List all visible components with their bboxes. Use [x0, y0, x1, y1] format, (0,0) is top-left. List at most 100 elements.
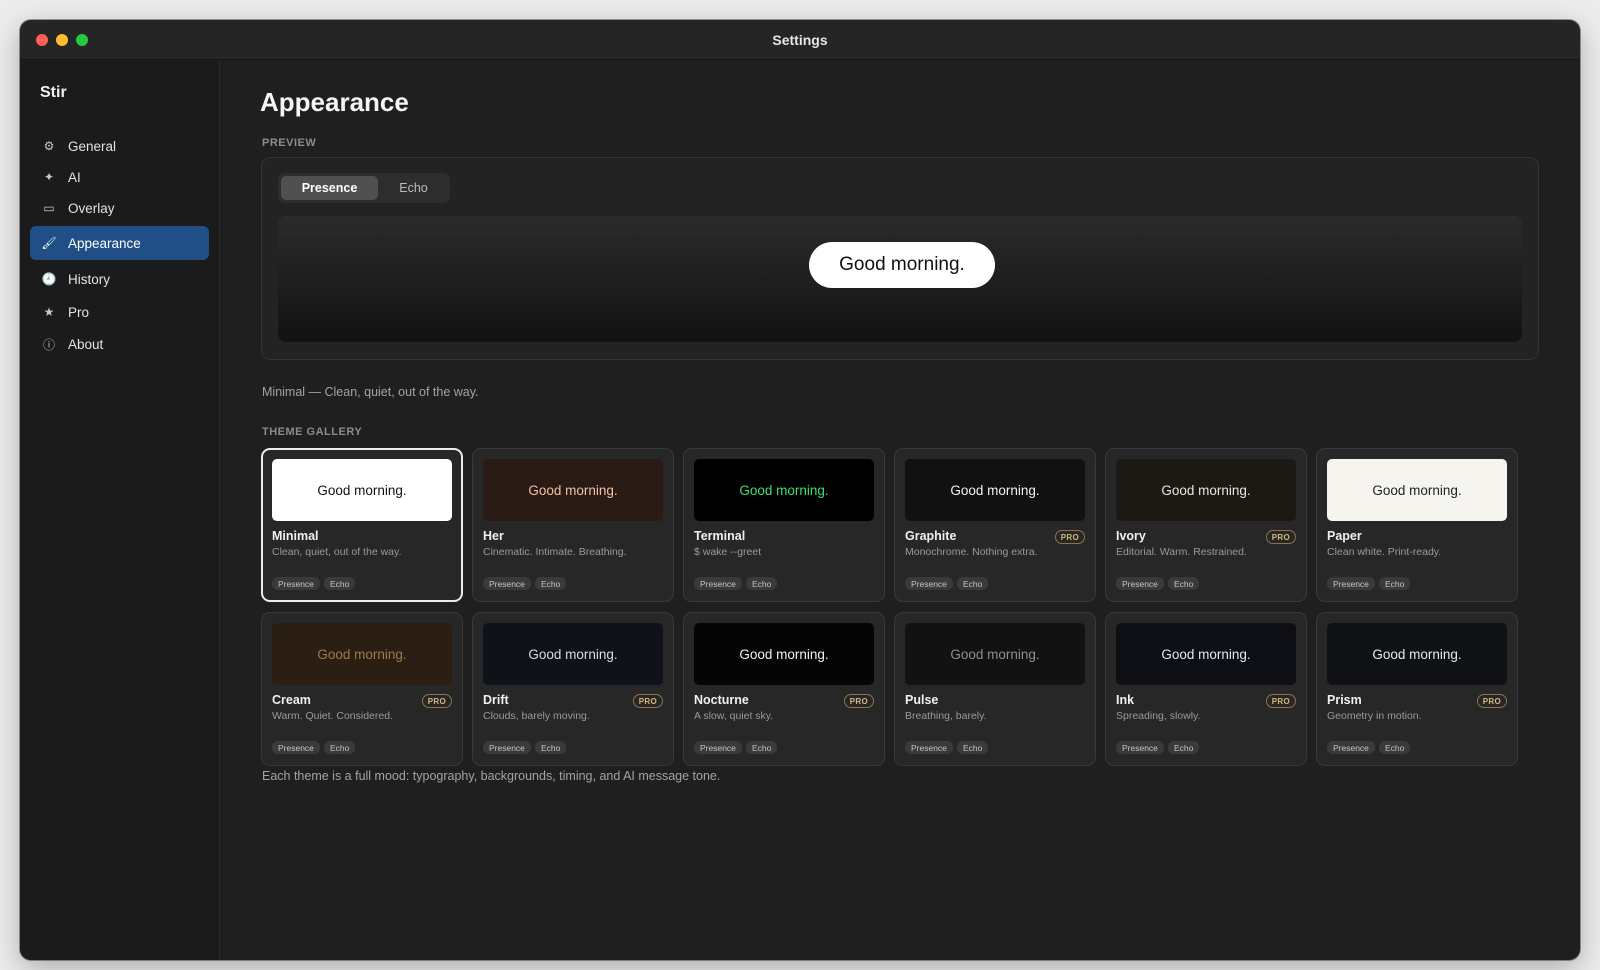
- theme-name: Drift: [483, 693, 509, 707]
- theme-description: $ wake --greet: [694, 546, 762, 558]
- theme-description: Warm. Quiet. Considered.: [272, 710, 393, 722]
- title-bar: Settings: [20, 20, 1580, 60]
- sidebar-item-general[interactable]: ⚙ General: [30, 129, 209, 163]
- theme-description: Clean, quiet, out of the way.: [272, 546, 402, 558]
- theme-card-paper[interactable]: Good morning. Paper Clean white. Print-rea…: [1316, 448, 1518, 602]
- pro-badge: PRO: [1265, 694, 1296, 708]
- theme-card-ink[interactable]: Good morning. Ink Spreading, slowly. PRO Pre…: [1105, 612, 1307, 766]
- theme-description: Cinematic. Intimate. Breathing.: [483, 546, 627, 558]
- echo-tag: Echo: [535, 577, 567, 590]
- theme-card-cream[interactable]: Good morning. Cream Warm. Quiet. Considere…: [261, 612, 463, 766]
- presence-tag: Presence: [272, 577, 320, 590]
- echo-tag: Echo: [1379, 577, 1411, 590]
- theme-swatch: Good morning.: [1327, 623, 1507, 685]
- theme-card-ivory[interactable]: Good morning. Ivory Editorial. Warm. Restr…: [1105, 448, 1307, 602]
- theme-description: Spreading, slowly.: [1116, 710, 1201, 722]
- sidebar-item-label: General: [68, 138, 117, 154]
- theme-card-graphite[interactable]: Good morning. Graphite Monochrome. Nothing…: [894, 448, 1096, 602]
- pro-badge: PRO: [632, 694, 663, 708]
- presence-tag: Presence: [1116, 577, 1164, 590]
- theme-name: Terminal: [694, 529, 746, 543]
- theme-description: A slow, quiet sky.: [694, 710, 774, 722]
- sidebar-item-label: Appearance: [68, 235, 141, 251]
- settings-window: Settings Stir ⚙ General ✦ AI ▭ Overlay 🖌 Appear…: [20, 20, 1580, 960]
- theme-description: Breathing, barely.: [905, 710, 987, 722]
- echo-tag: Echo: [746, 577, 778, 590]
- pro-badge: PRO: [1054, 530, 1085, 544]
- theme-card-her[interactable]: Good morning. Her Cinematic. Intimate. Bre…: [472, 448, 674, 602]
- preview-stage: Good morning.: [278, 216, 1522, 342]
- preview-section-label: PREVIEW: [262, 137, 317, 149]
- theme-swatch: Good morning.: [1327, 459, 1507, 521]
- preview-message-bubble: Good morning.: [809, 242, 995, 288]
- tab-presence[interactable]: Presence: [281, 176, 378, 200]
- theme-card-terminal[interactable]: Good morning. Terminal $ wake --greet Prese…: [683, 448, 885, 602]
- theme-name: Ivory: [1116, 529, 1146, 543]
- presence-tag: Presence: [1116, 741, 1164, 754]
- sidebar-item-history[interactable]: 🕘 History: [30, 262, 209, 296]
- presence-tag: Presence: [1327, 741, 1375, 754]
- clock-icon: 🕘: [41, 272, 57, 286]
- theme-swatch: Good morning.: [1116, 459, 1296, 521]
- theme-swatch: Good morning.: [694, 459, 874, 521]
- theme-name: Her: [483, 529, 504, 543]
- theme-card-nocturne[interactable]: Good morning. Nocturne A slow, quiet sky. P…: [683, 612, 885, 766]
- theme-name: Paper: [1327, 529, 1362, 543]
- sidebar-item-label: About: [68, 336, 104, 352]
- theme-swatch: Good morning.: [1116, 623, 1296, 685]
- echo-tag: Echo: [957, 741, 989, 754]
- echo-tag: Echo: [957, 577, 989, 590]
- sidebar-item-ai[interactable]: ✦ AI: [30, 160, 209, 194]
- tab-echo[interactable]: Echo: [380, 176, 447, 200]
- sidebar-item-about[interactable]: ⓘ About: [30, 327, 209, 361]
- echo-tag: Echo: [535, 741, 567, 754]
- sidebar-item-label: Overlay: [68, 200, 115, 216]
- preview-mode-segmented-control: Presence Echo: [278, 173, 450, 203]
- theme-swatch: Good morning.: [272, 459, 452, 521]
- theme-swatch: Good morning.: [483, 623, 663, 685]
- presence-tag: Presence: [905, 741, 953, 754]
- pro-badge: PRO: [421, 694, 452, 708]
- theme-card-minimal[interactable]: Good morning. Minimal Clean, quiet, out of…: [261, 448, 463, 602]
- sidebar: Stir ⚙ General ✦ AI ▭ Overlay 🖌 Appearance 🕘 Hist…: [20, 61, 220, 960]
- info-icon: ⓘ: [42, 337, 55, 352]
- sidebar-item-appearance[interactable]: 🖌 Appearance: [30, 226, 209, 260]
- presence-tag: Presence: [483, 577, 531, 590]
- presence-tag: Presence: [483, 741, 531, 754]
- echo-tag: Echo: [324, 577, 356, 590]
- presence-tag: Presence: [272, 741, 320, 754]
- theme-card-pulse[interactable]: Good morning. Pulse Breathing, barely. Pres…: [894, 612, 1096, 766]
- sidebar-item-pro[interactable]: ★ Pro: [30, 295, 209, 329]
- pro-badge: PRO: [1476, 694, 1507, 708]
- theme-description: Geometry in motion.: [1327, 710, 1422, 722]
- theme-name: Cream: [272, 693, 311, 707]
- theme-name: Graphite: [905, 529, 957, 543]
- gear-icon: ⚙: [43, 139, 55, 153]
- theme-swatch: Good morning.: [905, 623, 1085, 685]
- echo-tag: Echo: [1168, 741, 1200, 754]
- theme-swatch: Good morning.: [694, 623, 874, 685]
- sidebar-item-overlay[interactable]: ▭ Overlay: [30, 191, 209, 225]
- theme-name: Pulse: [905, 693, 939, 707]
- pro-badge: PRO: [843, 694, 874, 708]
- gallery-caption: Each theme is a full mood: typography, b…: [262, 769, 721, 783]
- app-name: Stir: [40, 84, 67, 101]
- theme-name: Prism: [1327, 693, 1362, 707]
- presence-tag: Presence: [1327, 577, 1375, 590]
- echo-tag: Echo: [746, 741, 778, 754]
- theme-name: Nocturne: [694, 693, 749, 707]
- theme-card-prism[interactable]: Good morning. Prism Geometry in motion. PRO…: [1316, 612, 1518, 766]
- sidebar-item-label: Pro: [68, 304, 90, 320]
- theme-card-drift[interactable]: Good morning. Drift Clouds, barely moving.…: [472, 612, 674, 766]
- star-icon: ★: [43, 305, 55, 319]
- main-content: Appearance PREVIEW Presence Echo Good mo…: [221, 61, 1580, 960]
- preview-caption: Minimal — Clean, quiet, out of the way.: [262, 385, 479, 399]
- sparkle-icon: ✦: [43, 170, 55, 184]
- sidebar-item-label: AI: [68, 169, 81, 185]
- presence-tag: Presence: [694, 577, 742, 590]
- theme-name: Minimal: [272, 529, 319, 543]
- rectangle-icon: ▭: [43, 201, 55, 215]
- window-title: Settings: [772, 32, 828, 48]
- theme-description: Clean white. Print-ready.: [1327, 546, 1442, 558]
- theme-name: Ink: [1116, 693, 1135, 707]
